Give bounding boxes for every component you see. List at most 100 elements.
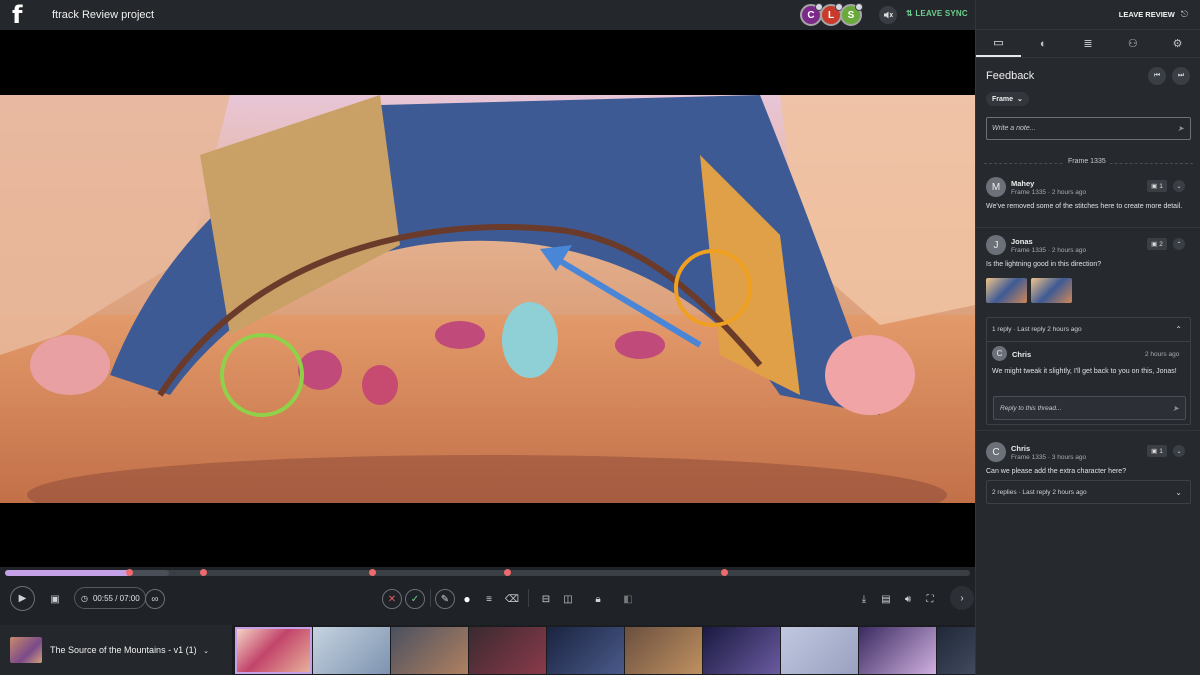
comment-meta: Frame 1335 · 3 hours ago bbox=[1011, 454, 1087, 461]
participant-avatar[interactable]: C bbox=[800, 3, 823, 26]
picture-in-picture-icon[interactable]: ▣ bbox=[47, 591, 63, 607]
lock-icon[interactable]: 🔒︎ bbox=[590, 591, 606, 607]
time-display[interactable]: ◷ 00:55 / 07:00 bbox=[74, 587, 146, 609]
frame-thumbnail[interactable] bbox=[625, 627, 702, 674]
frame-thumbnail[interactable] bbox=[703, 627, 780, 674]
volume-icon[interactable]: 🔊︎ bbox=[900, 591, 916, 607]
reply-input[interactable]: Reply to this thread... ➤ bbox=[993, 396, 1186, 420]
tab-participants[interactable]: ⚇ bbox=[1110, 30, 1155, 57]
send-icon[interactable]: ➤ bbox=[1177, 124, 1184, 133]
approve-button[interactable]: ✓ bbox=[405, 589, 425, 609]
exit-icon[interactable]: ⎋ bbox=[1181, 9, 1188, 20]
player-controls: ▶ ▣ ◷ 00:55 / 07:00 ∞ ✕ ✓ ✎ ● ≡ ⌫ ⊟ ◫ 🔒︎… bbox=[0, 582, 975, 616]
frame-thumbnail[interactable] bbox=[235, 627, 312, 674]
play-icon: ▶ bbox=[18, 593, 27, 604]
project-title: ftrack Review project bbox=[52, 9, 155, 21]
frame-icon: ▣ bbox=[1151, 183, 1158, 190]
participant-avatar[interactable]: S bbox=[840, 3, 863, 26]
frame-thumbnail[interactable] bbox=[547, 627, 624, 674]
video-frame[interactable] bbox=[0, 95, 975, 503]
loop-icon[interactable]: ∞ bbox=[145, 589, 165, 609]
chevron-up-icon[interactable]: ⌃ bbox=[1173, 238, 1185, 250]
muted-speaker-icon[interactable] bbox=[879, 6, 897, 24]
send-icon[interactable]: ➤ bbox=[1172, 404, 1179, 413]
add-user-icon: ⚇ bbox=[1127, 38, 1138, 50]
tab-settings[interactable]: ⚙ bbox=[1155, 30, 1200, 57]
clock-icon: ◷ bbox=[81, 593, 88, 603]
tab-color[interactable]: ◐ bbox=[1021, 30, 1066, 57]
ftrack-logo: f bbox=[12, 1, 23, 29]
avatar: C bbox=[992, 346, 1007, 361]
tab-list[interactable]: ≣ bbox=[1066, 30, 1111, 57]
feedback-title: Feedback bbox=[986, 70, 1035, 82]
check-icon: ✓ bbox=[410, 593, 420, 605]
fullscreen-icon[interactable]: ⛶ bbox=[922, 591, 938, 607]
gear-icon: ⚙ bbox=[1172, 38, 1183, 50]
frame-icon: ▣ bbox=[1151, 241, 1158, 248]
chevron-down-icon[interactable]: ⌄ bbox=[1173, 180, 1185, 192]
frame-thumbnail[interactable] bbox=[859, 627, 936, 674]
frame-thumbnail[interactable] bbox=[781, 627, 858, 674]
attachment-thumbnail[interactable] bbox=[986, 278, 1027, 303]
chevron-right-icon[interactable]: › bbox=[950, 586, 974, 610]
avatar: J bbox=[986, 235, 1006, 255]
chat-bubble-icon: ▭ bbox=[993, 37, 1004, 49]
play-button[interactable]: ▶ bbox=[10, 586, 35, 611]
comment-item[interactable]: M Mahey Frame 1335 · 2 hours ago ▣ 1 ⌄ We… bbox=[976, 172, 1200, 228]
comment-author: Mahey bbox=[1011, 179, 1035, 188]
frame-badge[interactable]: ▣ 1 bbox=[1147, 445, 1167, 457]
previous-note-icon[interactable]: ⏮ bbox=[1148, 67, 1166, 85]
comment-author: Chris bbox=[1011, 444, 1031, 453]
split-horizontal-icon[interactable]: ⊟ bbox=[538, 591, 554, 607]
frame-icon: ▣ bbox=[1151, 448, 1158, 455]
download-icon[interactable]: ⤓ bbox=[856, 591, 872, 607]
leave-sync-button[interactable]: ⇅ LEAVE SYNC bbox=[906, 9, 968, 18]
attachment-thumbnail[interactable] bbox=[1031, 278, 1072, 303]
compare-icon[interactable]: ◧ bbox=[620, 591, 636, 607]
color-wheel-icon: ◐ bbox=[1039, 37, 1047, 50]
top-bar: f ftrack Review project C L S ⇅ LEAVE SY… bbox=[0, 0, 975, 30]
eraser-icon[interactable]: ⌫ bbox=[504, 591, 520, 607]
pencil-tool-icon[interactable]: ✎ bbox=[435, 589, 455, 609]
frame-thumbnail[interactable] bbox=[391, 627, 468, 674]
replies-summary[interactable]: 2 replies · Last reply 2 hours ago ⌄ bbox=[986, 480, 1191, 504]
version-selector[interactable]: The Source of the Mountains - v1 (1) ⌄ bbox=[0, 625, 232, 675]
note-input[interactable]: Write a note... ➤ bbox=[986, 117, 1191, 140]
list-icon: ≣ bbox=[1083, 38, 1093, 50]
comment-text: We've removed some of the stitches here … bbox=[986, 203, 1183, 210]
brush-size-icon[interactable]: ● bbox=[459, 591, 475, 607]
frame-badge[interactable]: ▣ 1 bbox=[1147, 180, 1167, 192]
chevron-up-icon: ⌃ bbox=[1175, 325, 1182, 334]
split-vertical-icon[interactable]: ◫ bbox=[560, 591, 576, 607]
sync-off-icon: ⇅ bbox=[906, 9, 916, 18]
timecode: 00:55 / 07:00 bbox=[92, 593, 140, 603]
reply-thread: 1 reply · Last reply 2 hours ago ⌃ C Chr… bbox=[986, 317, 1191, 425]
thread-summary[interactable]: 1 reply · Last reply 2 hours ago ⌃ bbox=[987, 318, 1190, 342]
chevron-down-icon[interactable]: ⌄ bbox=[1173, 445, 1185, 457]
comment-text: Can we please add the extra character he… bbox=[986, 468, 1127, 475]
frame-thumbnails bbox=[235, 627, 1093, 674]
timeline-scrubber[interactable] bbox=[5, 569, 970, 576]
frame-thumbnail[interactable] bbox=[469, 627, 546, 674]
stroke-width-icon[interactable]: ≡ bbox=[481, 591, 497, 607]
annotation-marker[interactable] bbox=[199, 569, 207, 576]
subtitles-icon[interactable]: ▤ bbox=[878, 591, 894, 607]
chevron-down-icon: ⌄ bbox=[1017, 96, 1023, 103]
reply-text: We might tweak it slightly, I'll get bac… bbox=[992, 368, 1177, 375]
annotation-marker[interactable] bbox=[125, 569, 133, 576]
annotation-marker[interactable] bbox=[503, 569, 511, 576]
annotation-marker[interactable] bbox=[368, 569, 376, 576]
frame-filter-dropdown[interactable]: Frame ⌄ bbox=[986, 92, 1029, 106]
reject-button[interactable]: ✕ bbox=[382, 589, 402, 609]
frame-thumbnail[interactable] bbox=[313, 627, 390, 674]
tab-feedback[interactable]: ▭ bbox=[976, 30, 1021, 57]
reply-author: Chris bbox=[1012, 350, 1032, 359]
comment-author: Jonas bbox=[1011, 237, 1033, 246]
frame-badge[interactable]: ▣ 2 bbox=[1147, 238, 1167, 250]
version-thumbnail bbox=[10, 637, 42, 663]
participant-avatar[interactable]: L bbox=[820, 3, 843, 26]
sidebar-tabs: ▭ ◐ ≣ ⚇ ⚙ bbox=[976, 30, 1200, 58]
annotation-marker[interactable] bbox=[720, 569, 728, 576]
leave-review-button[interactable]: LEAVE REVIEW bbox=[1119, 10, 1175, 19]
next-note-icon[interactable]: ⏭ bbox=[1172, 67, 1190, 85]
